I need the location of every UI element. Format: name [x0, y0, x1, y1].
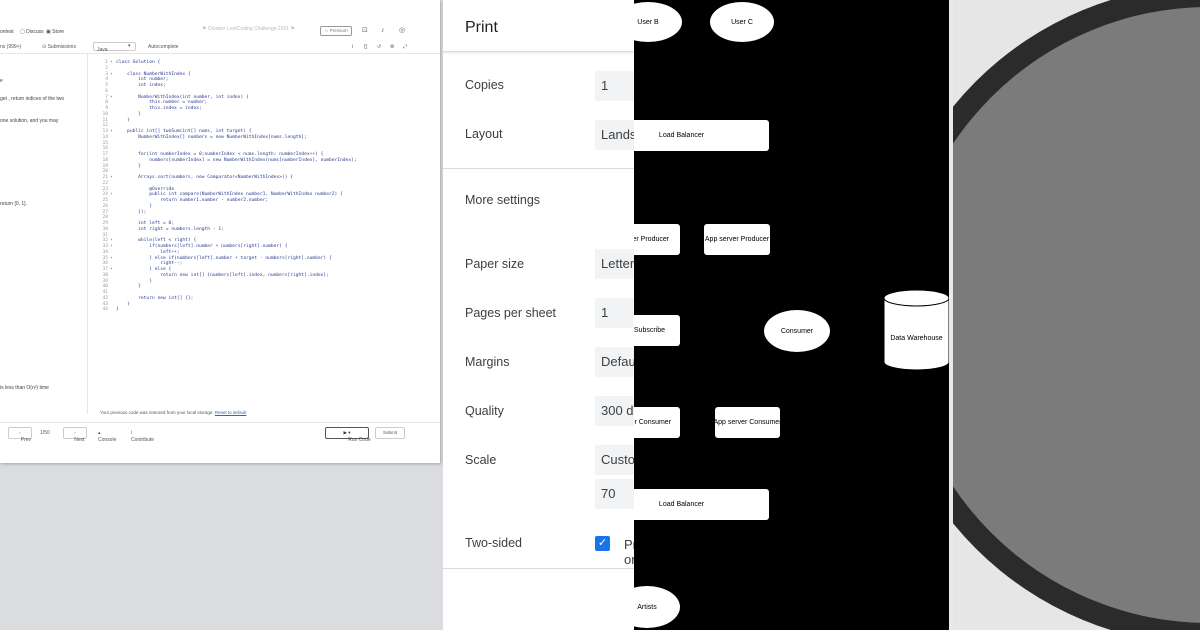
run-code-button[interactable]: ▶ Run Code ▾: [325, 427, 371, 443]
disc-graphic: [949, 0, 1200, 630]
nav-store[interactable]: ▣ Store: [46, 29, 64, 35]
app-server-producer-node: App server Producer: [704, 224, 770, 255]
layout-label: Layout: [465, 127, 503, 141]
code-text: }: [116, 307, 119, 313]
reset-to-default-link[interactable]: Reset to default: [215, 410, 247, 415]
premium-button[interactable]: ☆ Premium: [320, 26, 352, 36]
contribute-link[interactable]: Contribute i: [131, 430, 154, 443]
contest-title[interactable]: ⚑ October LeetCoding Challenge 2021 ⚑: [202, 26, 295, 32]
two-sided-label: Two-sided: [465, 536, 522, 550]
gray-disc-panel: [949, 0, 1200, 630]
code-text: class Solution {: [116, 60, 161, 65]
copies-label: Copies: [465, 78, 504, 92]
print-header: Print: [443, 0, 634, 52]
playground-icon[interactable]: ⊡: [362, 27, 368, 35]
quality-select[interactable]: 300 dpi: [595, 396, 634, 426]
fullscreen-icon[interactable]: ⤢: [403, 44, 407, 50]
prev-button[interactable]: ‹ Prev: [8, 427, 32, 443]
pages-per-sheet-select[interactable]: 1: [595, 298, 634, 328]
screenshot-collage: ontest ▢ Discuss ▣ Store ⚑ October LeetC…: [0, 0, 1200, 630]
desc-line: is less than O(n²) time: [0, 385, 49, 391]
desc-line: e: [0, 78, 3, 84]
print-dialog: Print Copies 1 Layout Landscape More set…: [443, 0, 634, 630]
line-number: 44: [102, 307, 108, 313]
quality-label: Quality: [465, 404, 504, 418]
paper-size-select[interactable]: Letter: [595, 249, 634, 279]
code-text: numbers[numberIndex] = new NumberWithInd…: [116, 157, 357, 163]
two-sided-checkbox[interactable]: ✓: [595, 536, 610, 551]
leetcode-window: ontest ▢ Discuss ▣ Store ⚑ October LeetC…: [0, 0, 440, 463]
architecture-diagram: User B User C Load Balancer App server P…: [634, 0, 949, 630]
autocomplete-toggle[interactable]: Autocomplete: [148, 44, 179, 50]
code-text: Arrays.sort(numbers, new Comparator<Numb…: [116, 175, 294, 180]
data-warehouse-node: Data Warehouse: [884, 290, 949, 370]
layout-select[interactable]: Landscape: [595, 120, 634, 150]
user-b-node: User B: [634, 2, 682, 42]
pages-per-sheet-label: Pages per sheet: [465, 306, 557, 320]
tab-submissions[interactable]: ⊙ Submissions: [42, 44, 76, 50]
print-footer: [443, 568, 634, 630]
app-server-producer-node: App server Producer: [634, 224, 680, 255]
console-toggle[interactable]: Console ▴: [98, 430, 116, 443]
tab-solutions[interactable]: ns (999+): [0, 44, 21, 50]
braces-icon[interactable]: {}: [364, 44, 367, 50]
avatar-icon[interactable]: ◎: [399, 27, 405, 35]
submit-button[interactable]: Submit: [375, 427, 405, 439]
code-text: NumberWithIndex[] numbers = new NumberWi…: [116, 134, 307, 140]
problem-description: e get , return indices of the two one so…: [0, 54, 88, 414]
problem-page[interactable]: 1/50: [40, 430, 50, 436]
code-text: int index;: [116, 83, 166, 88]
desc-line: get , return indices of the two: [0, 96, 65, 102]
scale-select[interactable]: Custom: [595, 445, 634, 475]
desc-line: return [0, 1].: [0, 201, 27, 207]
leetcode-panel: ontest ▢ Discuss ▣ Store ⚑ October LeetC…: [0, 0, 443, 630]
copies-input[interactable]: 1: [595, 71, 634, 101]
bell-icon[interactable]: ♪: [381, 27, 385, 35]
divider: [443, 168, 634, 169]
scale-label: Scale: [465, 453, 497, 467]
print-title: Print: [465, 19, 498, 36]
more-settings-toggle[interactable]: More settings: [465, 193, 540, 207]
code-text: });: [116, 209, 147, 215]
app-server-consumer-node: App server Consumer: [715, 407, 780, 438]
publish-subscribe-node: Publish/Subscribe: [634, 315, 680, 346]
nav-discuss[interactable]: ▢ Discuss: [20, 29, 44, 35]
load-balancer-bottom-node: Load Balancer: [634, 489, 769, 520]
code-text: int right = numbers.length - 1;: [116, 226, 224, 232]
app-server-consumer-node: App server Consumer: [634, 407, 680, 438]
artists-node: Artists: [634, 586, 680, 628]
settings-icon[interactable]: ⚙: [390, 44, 394, 50]
margins-select[interactable]: Default: [595, 347, 634, 377]
margins-label: Margins: [465, 355, 510, 369]
desc-line: one solution, and you may: [0, 118, 59, 124]
reset-icon[interactable]: ↺: [377, 44, 381, 50]
code-text: }: [116, 284, 141, 290]
editor-toolbar: ns (999+) ⊙ Submissions Java ▾ Autocomple…: [0, 40, 440, 54]
scale-input[interactable]: 70: [595, 479, 634, 509]
code-editor[interactable]: 1 ▾ class Solution {2 3 ▾ class NumberWithIn…: [96, 60, 440, 410]
code-text: }: [116, 163, 141, 169]
nav-contest[interactable]: ontest: [0, 29, 14, 35]
paper-size-label: Paper size: [465, 257, 525, 271]
next-button[interactable]: Next ›: [63, 427, 87, 443]
user-c-node: User C: [710, 2, 774, 42]
data-warehouse-label: Data Warehouse: [890, 335, 942, 342]
code-text: }: [116, 117, 130, 123]
editor-footer: ‹ Prev 1/50 Next › Console ▴ Contribute …: [0, 422, 440, 443]
info-icon[interactable]: i: [352, 44, 353, 50]
code-line[interactable]: 44}: [96, 307, 440, 313]
load-balancer-top-node: Load Balancer: [634, 120, 769, 151]
consumer-node: Consumer: [764, 310, 830, 352]
restore-message: Your previous code was restored from you…: [100, 410, 247, 415]
language-select[interactable]: Java ▾: [93, 42, 136, 53]
